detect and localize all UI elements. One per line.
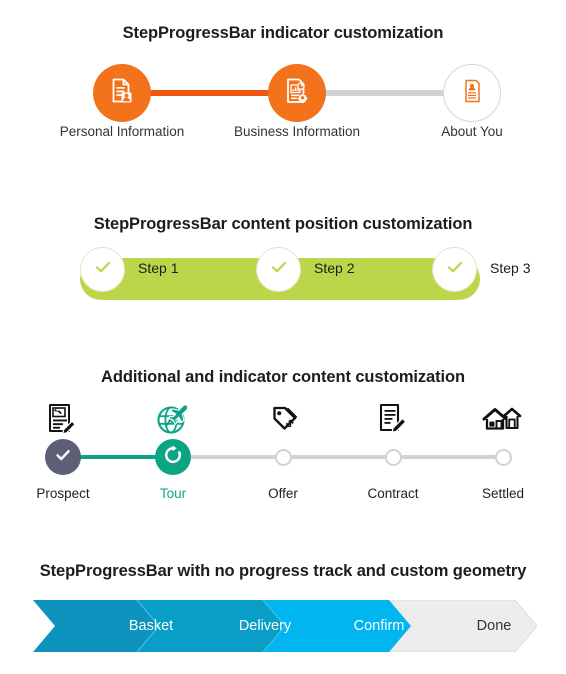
check-icon [92, 256, 114, 283]
step-indicator-step-3[interactable] [432, 247, 477, 292]
step-indicator-step-1[interactable] [80, 247, 125, 292]
step-indicator-offer[interactable] [275, 449, 292, 466]
step-label-about-you: About You [441, 124, 503, 139]
step-top-icon-prospect [40, 403, 86, 443]
step-indicator-about-you[interactable] [443, 64, 501, 122]
section-no-track-custom-geometry: StepProgressBar with no progress track a… [0, 545, 566, 674]
resume-profile-icon [458, 77, 486, 110]
step-indicator-business-information[interactable] [268, 64, 326, 122]
refresh-icon [162, 444, 184, 471]
check-icon [444, 256, 466, 283]
section-4-title: StepProgressBar with no progress track a… [39, 562, 527, 580]
section-1-title: StepProgressBar indicator customization [122, 24, 444, 42]
step-indicator-tour[interactable] [155, 439, 191, 475]
step-top-icon-tour [150, 403, 196, 443]
two-houses-icon [482, 400, 524, 443]
section-2-title: StepProgressBar content position customi… [93, 215, 473, 233]
step-top-icon-offer: $ [260, 403, 306, 443]
globe-airplane-icon [154, 400, 192, 443]
document-chart-gear-icon [282, 76, 312, 111]
step-top-icon-settled [480, 403, 526, 443]
step-indicator-step-2[interactable] [256, 247, 301, 292]
document-handshake-pen-icon [44, 400, 82, 443]
step-label-offer: Offer [268, 486, 298, 501]
step-label-step-1: Step 1 [138, 260, 179, 276]
section-indicator-customization: StepProgressBar indicator customization [0, 0, 566, 165]
check-icon [268, 256, 290, 283]
step-label-prospect: Prospect [36, 486, 90, 501]
step-indicator-contract[interactable] [385, 449, 402, 466]
section-3-title: Additional and indicator content customi… [101, 368, 465, 386]
step-indicator-prospect[interactable] [45, 439, 81, 475]
step-label-step-2: Step 2 [314, 260, 355, 276]
chevron-step-basket [33, 600, 159, 652]
section-additional-indicator-content: Additional and indicator content customi… [0, 348, 566, 523]
check-icon [53, 445, 73, 470]
step-top-icon-contract [370, 403, 416, 443]
step-indicator-personal-information[interactable] [93, 64, 151, 122]
document-person-icon [107, 76, 137, 111]
step-label-settled: Settled [481, 486, 525, 501]
document-pencil-icon [374, 400, 412, 443]
step-label-contract: Contract [367, 486, 419, 501]
section-content-position-customization: StepProgressBar content position customi… [0, 185, 566, 330]
step-indicator-settled[interactable] [495, 449, 512, 466]
step-label-business-information: Business Information [233, 124, 361, 139]
step-label-tour: Tour [159, 486, 187, 501]
step-label-personal-information: Personal Information [59, 124, 185, 139]
section-4-chevron-bar: Basket Delivery Confirm Done [33, 600, 537, 652]
price-tags-dollar-icon: $ [264, 400, 302, 443]
step-progress-bar-showcase: StepProgressBar indicator customization [0, 0, 566, 674]
step-label-step-3: Step 3 [490, 260, 531, 276]
